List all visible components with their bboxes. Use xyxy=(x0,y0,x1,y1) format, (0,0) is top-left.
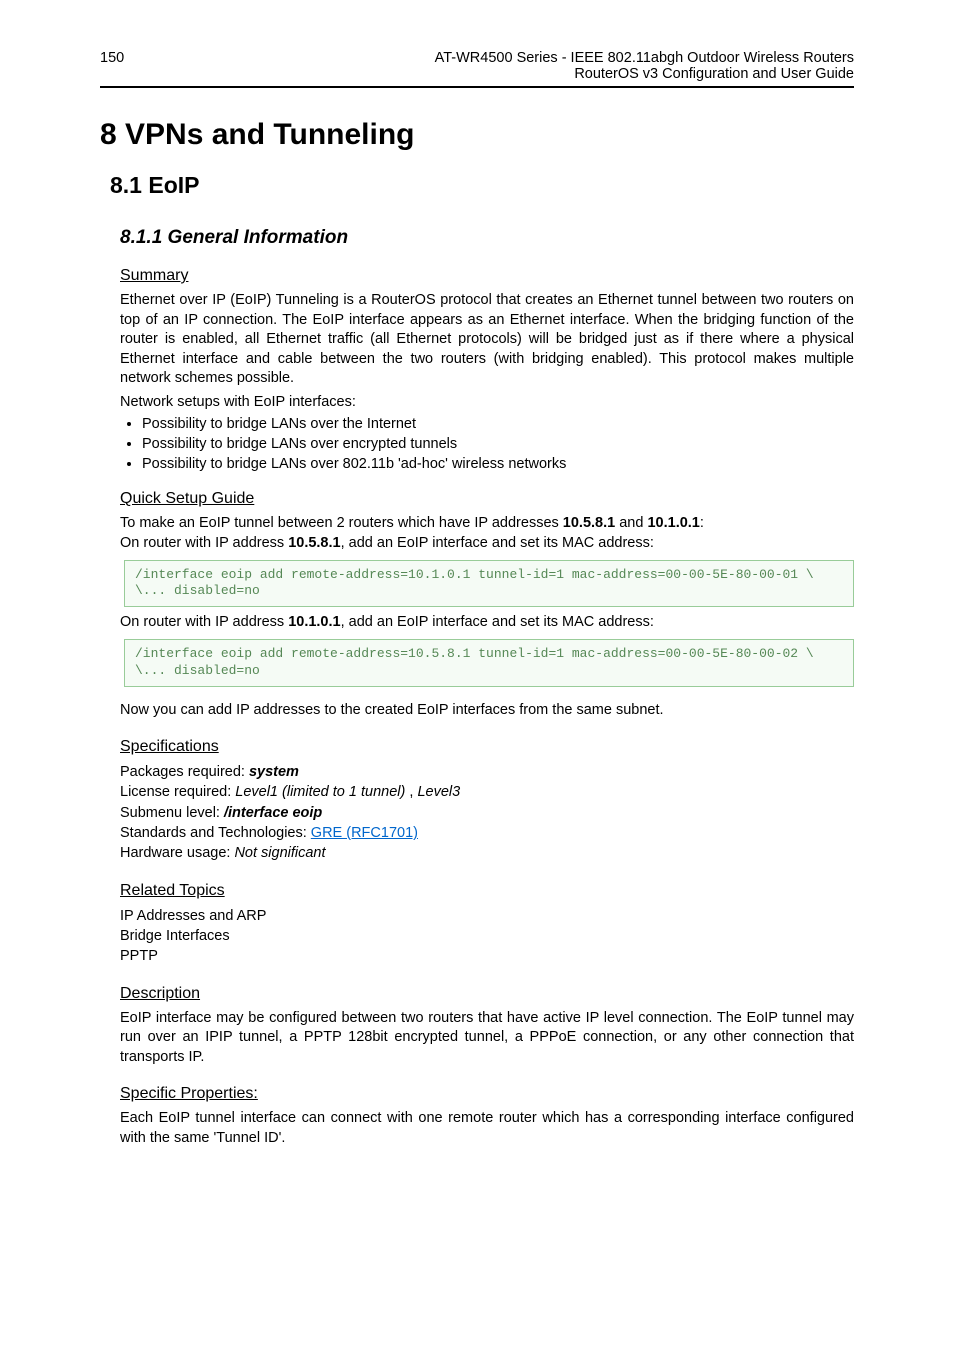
quick-setup-line4: Now you can add IP addresses to the crea… xyxy=(120,701,854,721)
text: , add an EoIP interface and set its MAC … xyxy=(341,614,654,630)
ip-bold: 10.5.8.1 xyxy=(288,535,340,551)
label: Submenu level: xyxy=(120,805,224,821)
description-heading: Description xyxy=(120,985,854,1003)
text: , add an EoIP interface and set its MAC … xyxy=(341,535,654,551)
value: Level3 xyxy=(417,784,460,800)
specific-para: Each EoIP tunnel interface can connect w… xyxy=(120,1109,854,1148)
spec-submenu: Submenu level: /interface eoip xyxy=(120,803,854,823)
sep: , xyxy=(405,784,417,800)
bullet-item: Possibility to bridge LANs over encrypte… xyxy=(142,436,854,452)
value: Not significant xyxy=(234,845,325,861)
quick-setup-heading: Quick Setup Guide xyxy=(120,490,854,508)
bullet-item: Possibility to bridge LANs over 802.11b … xyxy=(142,456,854,472)
label: Packages required: xyxy=(120,764,249,780)
ip-bold: 10.5.8.1 xyxy=(563,515,615,531)
page-content: 150 AT-WR4500 Series - IEEE 802.11abgh O… xyxy=(0,0,954,1202)
label: Hardware usage: xyxy=(120,845,234,861)
code-block-1: /interface eoip add remote-address=10.1.… xyxy=(124,560,854,608)
header-title-2: RouterOS v3 Configuration and User Guide xyxy=(435,66,854,82)
text: : xyxy=(700,515,704,531)
header-title-1: AT-WR4500 Series - IEEE 802.11abgh Outdo… xyxy=(435,50,854,66)
related-topics-heading: Related Topics xyxy=(120,882,854,900)
ip-bold: 10.1.0.1 xyxy=(288,614,340,630)
section-heading: 8.1 EoIP xyxy=(110,172,854,199)
text: and xyxy=(615,515,647,531)
page-number: 150 xyxy=(100,50,124,82)
specific-properties-heading: Specific Properties: xyxy=(120,1085,854,1103)
bullet-item: Possibility to bridge LANs over the Inte… xyxy=(142,416,854,432)
spec-license: License required: Level1 (limited to 1 t… xyxy=(120,782,854,802)
subsection-heading: 8.1.1 General Information xyxy=(120,227,854,249)
text: On router with IP address xyxy=(120,614,288,630)
value: system xyxy=(249,764,299,780)
ip-bold: 10.1.0.1 xyxy=(647,515,699,531)
text: To make an EoIP tunnel between 2 routers… xyxy=(120,515,563,531)
description-para: EoIP interface may be configured between… xyxy=(120,1009,854,1068)
related-item: Bridge Interfaces xyxy=(120,926,854,946)
related-item: PPTP xyxy=(120,946,854,966)
text: On router with IP address xyxy=(120,535,288,551)
value: Level1 (limited to 1 tunnel) xyxy=(235,784,405,800)
rfc-link[interactable]: GRE (RFC1701) xyxy=(311,825,418,841)
quick-setup-line2: On router with IP address 10.5.8.1, add … xyxy=(120,534,854,554)
specifications-heading: Specifications xyxy=(120,738,854,756)
spec-standards: Standards and Technologies: GRE (RFC1701… xyxy=(120,823,854,843)
header-titles: AT-WR4500 Series - IEEE 802.11abgh Outdo… xyxy=(435,50,854,82)
spec-hardware: Hardware usage: Not significant xyxy=(120,843,854,863)
label: Standards and Technologies: xyxy=(120,825,311,841)
summary-paragraph: Ethernet over IP (EoIP) Tunneling is a R… xyxy=(120,291,854,389)
summary-para2: Network setups with EoIP interfaces: xyxy=(120,393,854,413)
spec-packages: Packages required: system xyxy=(120,762,854,782)
summary-heading: Summary xyxy=(120,267,854,285)
related-item: IP Addresses and ARP xyxy=(120,906,854,926)
page-header: 150 AT-WR4500 Series - IEEE 802.11abgh O… xyxy=(100,50,854,88)
chapter-heading: 8 VPNs and Tunneling xyxy=(100,118,854,152)
value: /interface eoip xyxy=(224,805,322,821)
label: License required: xyxy=(120,784,235,800)
summary-bullets: Possibility to bridge LANs over the Inte… xyxy=(120,416,854,472)
code-block-2: /interface eoip add remote-address=10.5.… xyxy=(124,639,854,687)
quick-setup-line1: To make an EoIP tunnel between 2 routers… xyxy=(120,514,854,534)
quick-setup-line3: On router with IP address 10.1.0.1, add … xyxy=(120,613,854,633)
